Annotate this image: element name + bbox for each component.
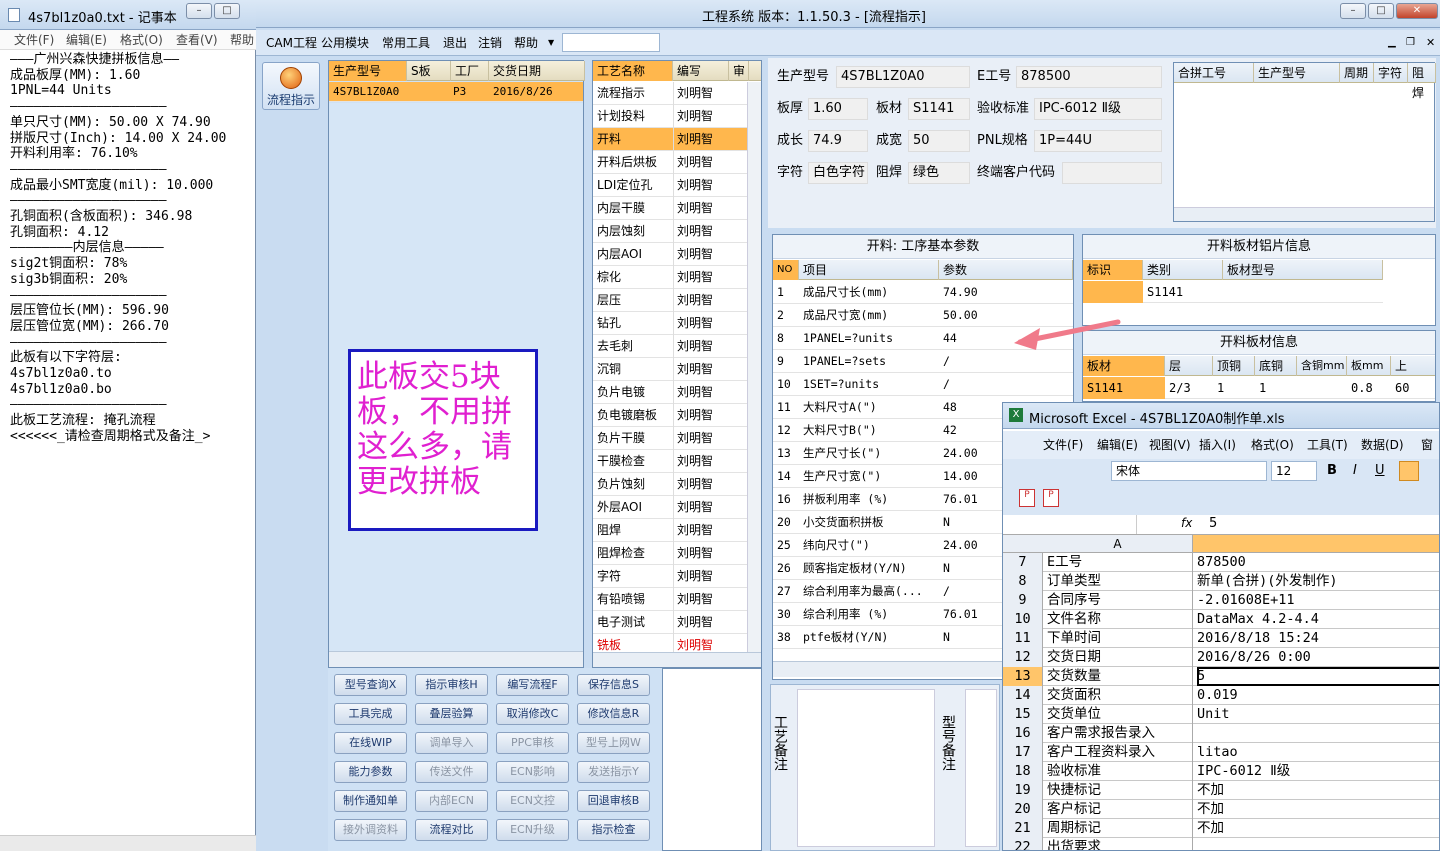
cell-b[interactable]: litao (1197, 743, 1439, 762)
cell-b[interactable]: 新单(合拼)(外发制作) (1197, 572, 1439, 591)
excel-menu-item[interactable]: 文件(F) (1043, 431, 1083, 459)
sheet-row[interactable]: 12 交货日期 2016/8/26 0:00 (1003, 648, 1439, 667)
cell-a[interactable]: 交货面积 (1047, 686, 1193, 705)
font-select[interactable]: 宋体 (1111, 461, 1267, 481)
excel-menu-item[interactable]: 窗 (1421, 431, 1433, 459)
row-number[interactable]: 19 (1003, 781, 1043, 800)
cell-a[interactable]: 合同序号 (1047, 591, 1193, 610)
sheet-row[interactable]: 19 快捷标记 不加 (1003, 781, 1439, 800)
cell-a[interactable]: 文件名称 (1047, 610, 1193, 629)
row-number[interactable]: 13 (1003, 667, 1043, 686)
size-select[interactable]: 12 (1271, 461, 1317, 481)
row-number[interactable]: 11 (1003, 629, 1043, 648)
sheet-row[interactable]: 14 交货面积 0.019 (1003, 686, 1439, 705)
row-number[interactable]: 21 (1003, 819, 1043, 838)
excel-title: Microsoft Excel - 4S7BL1Z0A0制作单.xls (1029, 412, 1285, 427)
cell-b[interactable]: Unit (1197, 705, 1439, 724)
excel-icon: X (1009, 408, 1023, 422)
pdf-icon[interactable]: P (1019, 489, 1035, 507)
pdf-edit-icon[interactable]: P (1043, 489, 1059, 507)
cell-a[interactable]: 交货日期 (1047, 648, 1193, 667)
underline-icon[interactable]: U (1375, 463, 1385, 478)
cell-b[interactable]: 不加 (1197, 819, 1439, 838)
column-header-row: A (1003, 535, 1439, 553)
formula-value[interactable]: 5 (1209, 516, 1217, 531)
excel-menubar: 文件(F) 编辑(E) 视图(V) 插入(I) 格式(O) 工具(T) 数据(D) 窗 (1003, 431, 1439, 459)
cell-b[interactable]: 5 (1197, 667, 1439, 686)
row-number[interactable]: 15 (1003, 705, 1043, 724)
sheet-row[interactable]: 17 客户工程资料录入 litao (1003, 743, 1439, 762)
cell-a[interactable]: 客户需求报告录入 (1047, 724, 1193, 743)
cell-a[interactable]: 订单类型 (1047, 572, 1193, 591)
cell-b[interactable]: 2016/8/26 0:00 (1197, 648, 1439, 667)
sheet-row[interactable]: 21 周期标记 不加 (1003, 819, 1439, 838)
row-number[interactable]: 10 (1003, 610, 1043, 629)
bold-icon[interactable]: B (1327, 463, 1337, 478)
sheet-rows: 7 E工号 878500 8 订单类型 新单(合拼)(外发制作) 9 合同序号 -2.01608… (1003, 553, 1439, 850)
row-number[interactable]: 7 (1003, 553, 1043, 572)
cell-b[interactable]: 不加 (1197, 800, 1439, 819)
cell-b[interactable] (1197, 838, 1439, 850)
cell-b[interactable] (1197, 724, 1439, 743)
sheet-row[interactable]: 22 出货要求 (1003, 838, 1439, 850)
font-name: 宋体 (1116, 464, 1141, 478)
sheet-row[interactable]: 16 客户需求报告录入 (1003, 724, 1439, 743)
cell-a[interactable]: E工号 (1047, 553, 1193, 572)
cell-a[interactable]: 验收标准 (1047, 762, 1193, 781)
row-number[interactable]: 22 (1003, 838, 1043, 850)
cell-a[interactable]: 周期标记 (1047, 819, 1193, 838)
cell-a[interactable]: 交货数量 (1047, 667, 1193, 686)
row-number[interactable]: 9 (1003, 591, 1043, 610)
font-size-value: 12 (1276, 464, 1292, 478)
cell-a[interactable]: 交货单位 (1047, 705, 1193, 724)
row-number[interactable]: 14 (1003, 686, 1043, 705)
cell-b[interactable]: DataMax 4.2-4.4 (1197, 610, 1439, 629)
cell-a[interactable]: 客户标记 (1047, 800, 1193, 819)
arrow-to-units-head (1014, 328, 1040, 350)
cell-b[interactable]: 878500 (1197, 553, 1439, 572)
align-left-icon[interactable] (1399, 461, 1419, 481)
cell-b[interactable]: 不加 (1197, 781, 1439, 800)
cell-b[interactable]: 0.019 (1197, 686, 1439, 705)
col-b-header[interactable] (1193, 535, 1439, 552)
excel-menu-item[interactable]: 插入(I) (1199, 431, 1236, 459)
fx-icon: fx (1181, 516, 1193, 530)
cell-b[interactable]: -2.01608E+11 (1197, 591, 1439, 610)
row-number[interactable]: 18 (1003, 762, 1043, 781)
row-number[interactable]: 16 (1003, 724, 1043, 743)
formula-bar: fx 5 (1003, 515, 1439, 535)
excel-menu-item[interactable]: 数据(D) (1361, 431, 1404, 459)
excel-titlebar[interactable]: X Microsoft Excel - 4S7BL1Z0A0制作单.xls (1003, 403, 1439, 429)
row-number[interactable]: 20 (1003, 800, 1043, 819)
row-number[interactable]: 17 (1003, 743, 1043, 762)
row-number[interactable]: 12 (1003, 648, 1043, 667)
excel-toolbar: 宋体 12 B I U P P (1003, 459, 1439, 515)
sheet-row[interactable]: 10 文件名称 DataMax 4.2-4.4 (1003, 610, 1439, 629)
sheet-row[interactable]: 9 合同序号 -2.01608E+11 (1003, 591, 1439, 610)
sheet-row[interactable]: 8 订单类型 新单(合拼)(外发制作) (1003, 572, 1439, 591)
excel-menu-item[interactable]: 编辑(E) (1097, 431, 1138, 459)
cell-b[interactable]: IPC-6012 Ⅱ级 (1197, 762, 1439, 781)
name-box[interactable] (1009, 515, 1137, 534)
col-a-header[interactable]: A (1043, 535, 1193, 553)
cell-a[interactable]: 客户工程资料录入 (1047, 743, 1193, 762)
sheet-row[interactable]: 11 下单时间 2016/8/18 15:24 (1003, 629, 1439, 648)
cell-b[interactable]: 2016/8/18 15:24 (1197, 629, 1439, 648)
cell-a[interactable]: 快捷标记 (1047, 781, 1193, 800)
cell-a[interactable]: 下单时间 (1047, 629, 1193, 648)
excel-window: X Microsoft Excel - 4S7BL1Z0A0制作单.xls 文件… (1002, 402, 1440, 851)
italic-icon[interactable]: I (1353, 463, 1357, 478)
sheet-row[interactable]: 20 客户标记 不加 (1003, 800, 1439, 819)
excel-menu-item[interactable]: 视图(V) (1149, 431, 1191, 459)
sheet-row[interactable]: 15 交货单位 Unit (1003, 705, 1439, 724)
sheet-row[interactable]: 18 验收标准 IPC-6012 Ⅱ级 (1003, 762, 1439, 781)
row-number[interactable]: 8 (1003, 572, 1043, 591)
sheet-row[interactable]: 13 交货数量 5 (1003, 667, 1439, 686)
excel-menu-item[interactable]: 工具(T) (1307, 431, 1348, 459)
excel-menu-item[interactable]: 格式(O) (1251, 431, 1294, 459)
cell-a[interactable]: 出货要求 (1047, 838, 1193, 850)
sheet-row[interactable]: 7 E工号 878500 (1003, 553, 1439, 572)
